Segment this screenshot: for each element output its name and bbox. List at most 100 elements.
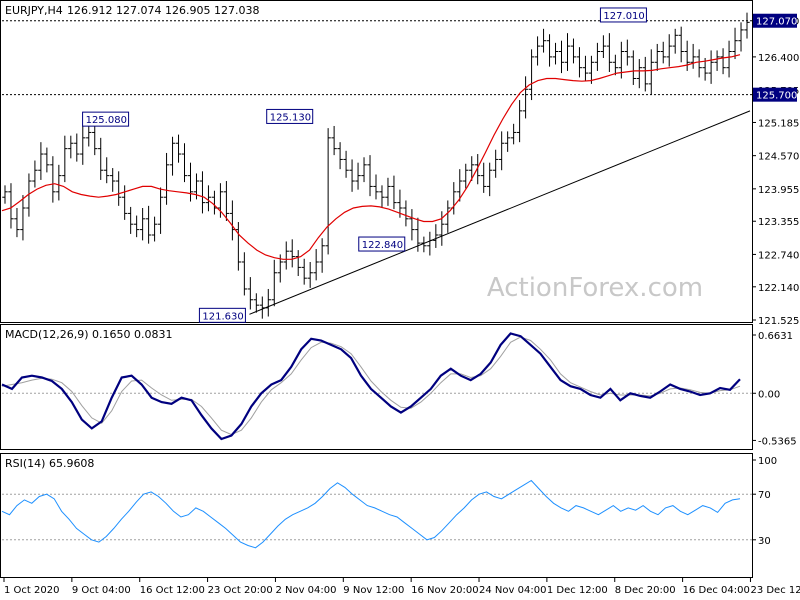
price-candle — [732, 27, 738, 60]
price-candle — [32, 160, 38, 188]
x-tick-label: 23 Dec 12:00 — [750, 585, 800, 596]
price-candle — [175, 134, 182, 163]
price-candle — [301, 258, 307, 285]
price-candle — [367, 155, 373, 197]
price-candle — [259, 296, 265, 319]
price-candle — [151, 216, 158, 242]
price-candle — [522, 76, 529, 119]
price-candle — [433, 224, 439, 248]
price-candle — [630, 50, 637, 85]
price-candle — [133, 215, 140, 238]
price-candle — [672, 28, 678, 54]
rsi-y-tick-label: 100 — [758, 456, 777, 467]
price-candle — [409, 209, 415, 241]
macd-y-tick-label: 0.6631 — [758, 331, 793, 342]
price-candle — [199, 171, 206, 214]
price-candle — [642, 56, 648, 92]
price-candle — [684, 40, 690, 71]
price-callout-label: 127.010 — [603, 11, 644, 22]
macd-line — [1, 332, 741, 441]
price-callout: 121.630 — [198, 307, 246, 323]
price-candle — [726, 40, 732, 78]
price-candle — [265, 288, 271, 317]
price-moving-average-line — [1, 54, 741, 260]
price-candle — [552, 42, 559, 65]
price-candle — [86, 125, 92, 147]
price-candle — [331, 125, 337, 156]
x-tick-label: 23 Oct 20:00 — [208, 585, 273, 596]
price-candle — [247, 277, 254, 310]
price-y-tick-label: 121.525 — [758, 316, 799, 327]
price-callout-label: 122.840 — [362, 240, 403, 251]
price-candle — [540, 28, 547, 53]
price-level-marker: 125.700 — [753, 87, 797, 102]
price-candle — [678, 26, 684, 63]
price-candle — [558, 40, 565, 74]
price-candle — [20, 195, 26, 241]
price-level-label: 127.070 — [756, 17, 797, 28]
price-candle — [654, 43, 660, 71]
macd-y-tick-label: -0.5365 — [758, 436, 797, 447]
price-candle — [708, 50, 714, 84]
price-candle — [720, 48, 726, 75]
price-candle — [534, 36, 541, 66]
price-callout: 125.080 — [82, 111, 130, 127]
price-candle — [666, 34, 672, 67]
price-candle — [636, 59, 642, 89]
x-tick-label: 9 Nov 12:00 — [343, 585, 404, 596]
price-candle — [696, 49, 702, 78]
price-candle — [594, 42, 601, 71]
price-candle — [313, 249, 319, 281]
price-candle — [169, 136, 176, 176]
price-level-marker: 127.070 — [753, 13, 797, 28]
price-candle — [690, 43, 696, 69]
price-candle — [355, 162, 361, 190]
price-candle — [104, 157, 110, 184]
rsi-y-tick-label: 30 — [758, 536, 771, 547]
price-candle — [570, 38, 577, 64]
price-candle — [2, 185, 8, 204]
macd-signal-line — [1, 336, 741, 436]
price-candle — [241, 252, 248, 296]
price-candle — [516, 100, 523, 143]
price-candle — [349, 159, 355, 192]
price-candle — [528, 49, 535, 101]
price-candle — [546, 34, 553, 67]
price-callout: 122.840 — [358, 236, 406, 252]
price-candle — [157, 187, 164, 234]
price-candle — [510, 123, 517, 145]
price-candle — [92, 123, 98, 156]
price-candle — [38, 142, 44, 180]
price-candle — [576, 47, 583, 78]
rsi-panel-frame — [0, 453, 753, 578]
price-candle — [325, 128, 331, 255]
price-candle — [373, 174, 379, 200]
price-candle — [744, 12, 750, 39]
price-y-tick-label: 125.185 — [758, 118, 799, 129]
price-candle — [481, 162, 487, 193]
price-candle — [98, 137, 104, 180]
price-candle — [612, 54, 619, 76]
rsi-y-tick-label: 70 — [758, 490, 771, 501]
price-candle — [463, 163, 469, 189]
price-candle — [738, 22, 744, 52]
price-candle — [504, 131, 511, 152]
price-candle — [253, 293, 260, 313]
price-candle — [648, 49, 654, 95]
price-callout-label: 121.630 — [202, 311, 243, 322]
price-y-tick-label: 123.955 — [758, 185, 799, 196]
macd-title: MACD(12,26,9) 0.1650 0.0831 — [5, 328, 173, 341]
price-candle — [211, 190, 218, 215]
x-tick-label: 16 Dec 04:00 — [683, 585, 750, 596]
price-y-tick-label: 126.400 — [758, 53, 799, 64]
price-candle — [121, 185, 128, 220]
watermark: ActionForex.com — [487, 273, 703, 303]
x-tick-label: 9 Oct 04:00 — [72, 585, 131, 596]
x-tick-label: 16 Oct 12:00 — [140, 585, 205, 596]
price-candle — [582, 55, 589, 81]
price-candle — [187, 162, 194, 202]
price-candle — [235, 222, 242, 271]
eurjpy-chart: ActionForex.com EURJPY,H4 126.912 127.07… — [0, 0, 800, 596]
rsi-line — [1, 479, 741, 549]
price-candle — [295, 250, 301, 277]
